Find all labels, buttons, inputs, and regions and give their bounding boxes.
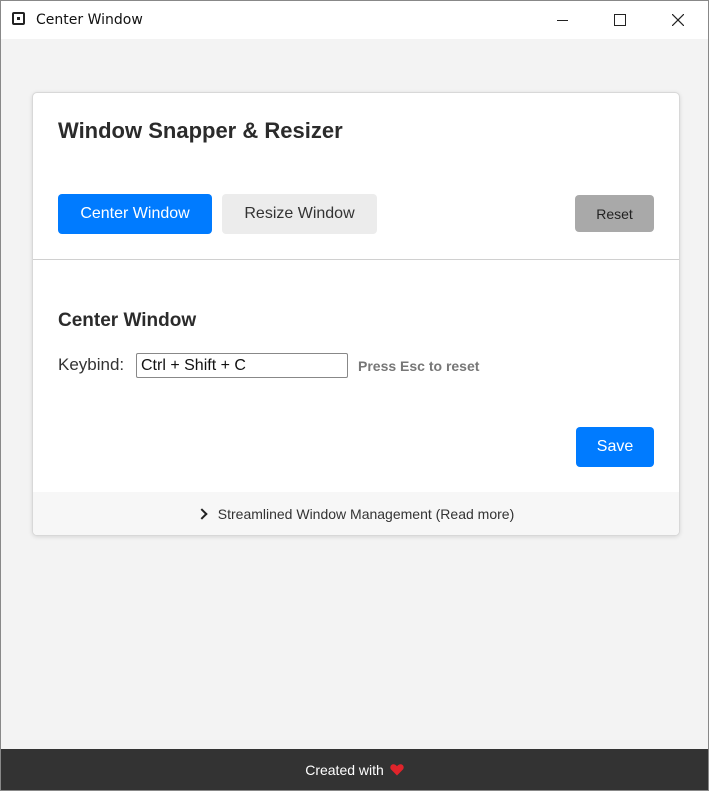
close-button[interactable]	[649, 1, 707, 39]
app-window: Center Window Window Snapper & Resizer C…	[0, 0, 709, 791]
save-button[interactable]: Save	[576, 427, 654, 467]
window-title: Center Window	[36, 12, 143, 28]
tab-resize-window[interactable]: Resize Window	[222, 194, 377, 234]
readmore-label: Streamlined Window Management (Read more…	[217, 506, 515, 522]
main-card: Window Snapper & Resizer Center Window R…	[32, 92, 680, 536]
maximize-button[interactable]	[591, 1, 649, 39]
title-bar[interactable]: Center Window	[1, 1, 708, 39]
reset-button[interactable]: Reset	[575, 195, 654, 232]
keybind-label: Keybind:	[58, 355, 125, 374]
reset-hint: Press Esc to reset	[358, 358, 480, 374]
heart-icon	[390, 763, 404, 776]
close-icon	[672, 14, 684, 26]
section-title: Center Window	[58, 310, 197, 331]
keybind-input[interactable]	[136, 353, 348, 378]
tab-center-window[interactable]: Center Window	[58, 194, 212, 234]
app-icon	[12, 12, 25, 25]
footer-bar: Created with	[1, 749, 708, 790]
chevron-right-icon	[196, 508, 208, 520]
readmore-toggle[interactable]: Streamlined Window Management (Read more…	[33, 506, 679, 522]
divider	[33, 259, 679, 260]
minimize-button[interactable]	[533, 1, 591, 39]
page-title: Window Snapper & Resizer	[58, 118, 343, 143]
footer-text: Created with	[305, 761, 384, 778]
